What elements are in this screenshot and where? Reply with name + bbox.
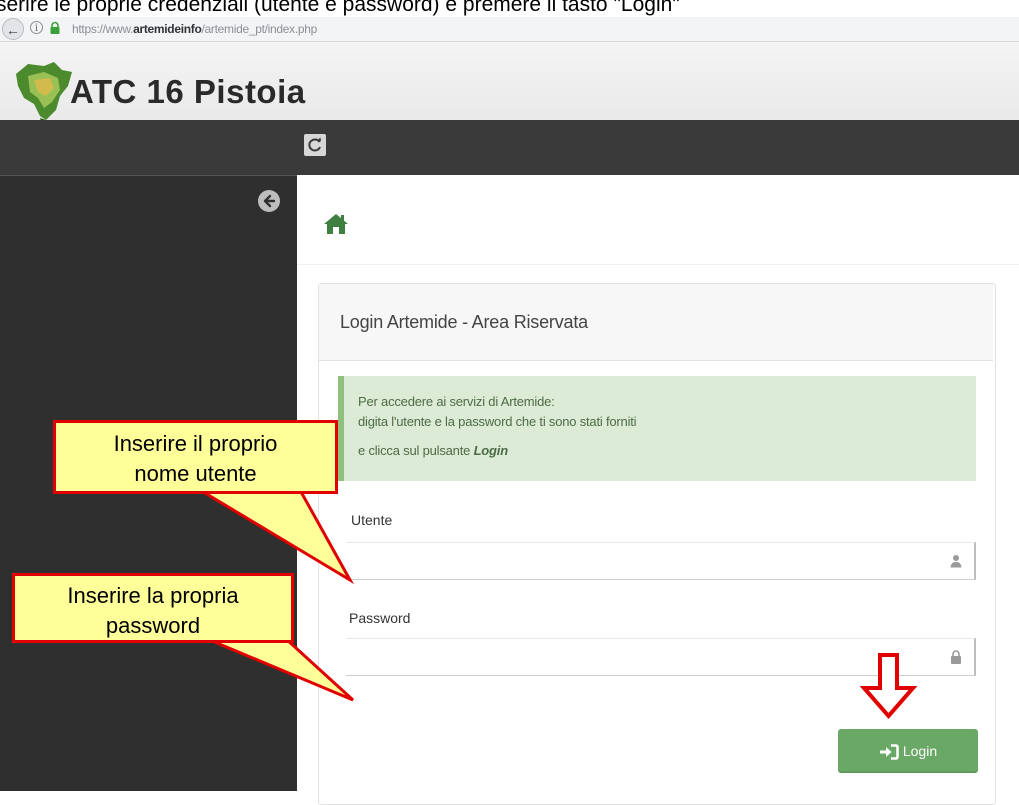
username-callout: Inserire il proprio nome utente <box>53 420 338 494</box>
callout-pointers <box>194 488 355 702</box>
username-callout-line-1: Inserire il proprio <box>113 431 278 456</box>
password-callout-pointer <box>204 636 355 702</box>
password-callout: Inserire la propria password <box>12 573 294 643</box>
username-callout-line-2: nome utente <box>134 461 257 486</box>
password-callout-line-2: password <box>105 613 201 638</box>
username-callout-pointer <box>194 488 355 585</box>
password-callout-line-1: Inserire la propria <box>67 583 239 608</box>
